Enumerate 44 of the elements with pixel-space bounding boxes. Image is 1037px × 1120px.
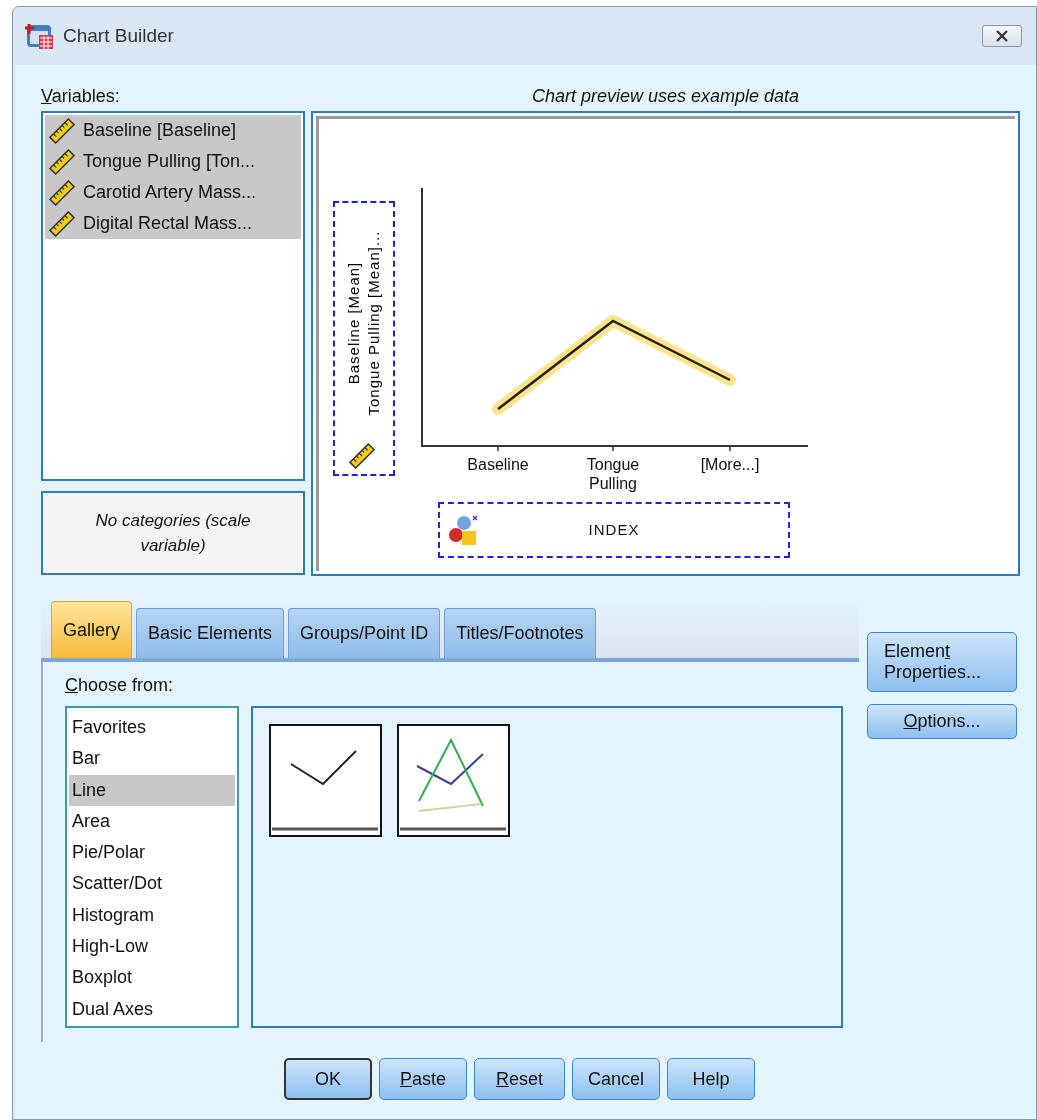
y-axis-label: Baseline [Mean]	[345, 261, 362, 385]
y-axis-label: Tongue Pulling [Mean]...	[365, 230, 382, 416]
tab[interactable]: Groups/Point ID	[288, 608, 441, 658]
close-icon	[995, 30, 1009, 42]
dialog-button[interactable]: OK	[284, 1058, 372, 1100]
chart-type-item[interactable]: Area	[69, 805, 235, 838]
variable-item[interactable]: Tongue Pulling [Ton...	[45, 146, 301, 177]
x-axis-label: Baseline	[466, 455, 530, 474]
multiple-line-chart-icon[interactable]	[397, 724, 510, 837]
dialog-button[interactable]: Help	[667, 1058, 755, 1100]
chart-type-item[interactable]: Boxplot	[69, 962, 235, 994]
chart-type-item[interactable]: Scatter/Dot	[69, 868, 235, 900]
simple-line-chart-icon[interactable]	[269, 724, 382, 837]
dialog-button[interactable]: Cancel	[572, 1058, 660, 1100]
tab[interactable]: Gallery	[51, 601, 132, 658]
chart-type-item[interactable]: Histogram	[69, 899, 235, 932]
chart-type-item[interactable]: Pie/Polar	[69, 837, 235, 869]
chart-type-item[interactable]: Dual Axes	[69, 993, 235, 1025]
categories-note: No categories (scale variable)	[41, 491, 305, 575]
nominal-variable-icon	[448, 514, 480, 546]
y-axis-drop-zone[interactable]: Baseline [Mean] Tongue Pulling [Mean]...	[333, 201, 395, 476]
dialog-button[interactable]: Paste	[379, 1058, 467, 1100]
tab[interactable]: Basic Elements	[136, 608, 285, 658]
window-title: Chart Builder	[63, 23, 174, 48]
variable-item[interactable]: Digital Rectal Mass...	[45, 208, 301, 239]
chart-type-item[interactable]: Favorites	[69, 712, 235, 744]
x-axis-drop-zone[interactable]: INDEX	[438, 502, 790, 558]
chart-type-item[interactable]: High-Low	[69, 931, 235, 963]
variable-item[interactable]: Carotid Artery Mass...	[45, 177, 301, 208]
element-properties-button[interactable]: Element Properties...	[867, 632, 1017, 692]
chart-type-item[interactable]: Line	[69, 774, 235, 806]
x-axis-variable: INDEX	[587, 519, 641, 540]
variable-item[interactable]: Baseline [Baseline]	[45, 115, 301, 146]
variables-label: Variables:	[41, 85, 121, 108]
x-axis-label: [More...]	[699, 455, 761, 474]
dialog-button[interactable]: Reset	[474, 1058, 565, 1100]
chart-type-item[interactable]: Bar	[69, 743, 235, 775]
close-button[interactable]	[982, 25, 1022, 47]
options-button[interactable]: Options...	[867, 704, 1017, 739]
preview-caption: Chart preview uses example data	[530, 85, 801, 108]
choose-from-label: Choose from:	[65, 674, 175, 697]
app-icon	[25, 21, 55, 51]
x-axis-label: Tongue Pulling	[585, 455, 641, 493]
tab[interactable]: Titles/Footnotes	[444, 608, 596, 658]
